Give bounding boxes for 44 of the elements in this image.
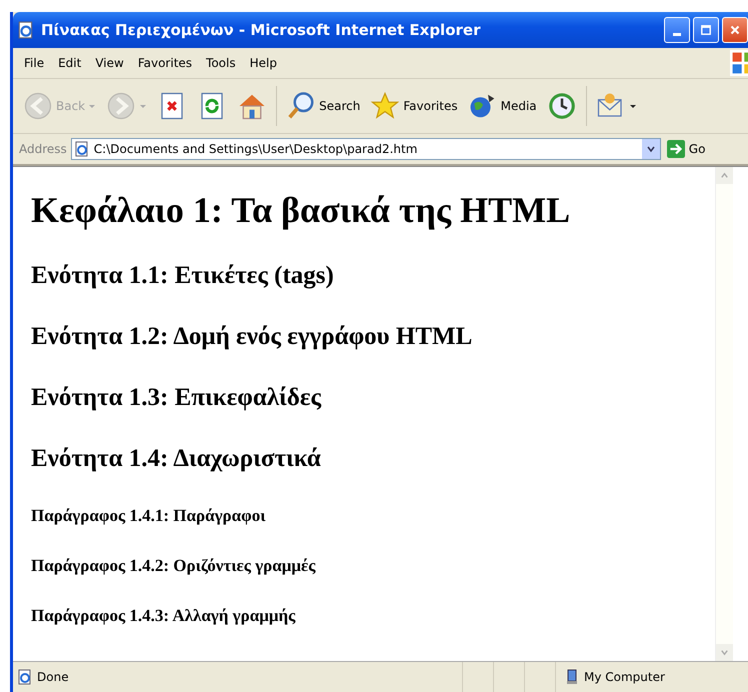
- minimize-button[interactable]: [664, 17, 690, 43]
- caret-icon: [88, 102, 96, 110]
- chevron-up-icon: [720, 171, 729, 180]
- section-heading: Ενότητα 1.1: Ετικέτες (tags): [31, 262, 335, 290]
- page-icon: [17, 669, 33, 685]
- address-field[interactable]: C:\Documents and Settings\User\Desktop\parad2.htm: [70, 138, 661, 160]
- page-icon: [74, 141, 90, 157]
- menu-item[interactable]: Edit: [53, 54, 86, 72]
- chevron-down-icon: [646, 144, 656, 154]
- dropdown-button[interactable]: [642, 139, 660, 159]
- section-heading: Ενότητα 1.3: Επικεφαλίδες: [31, 384, 322, 412]
- close-button[interactable]: [722, 17, 748, 43]
- status-text: Done: [37, 670, 69, 684]
- zone-text: My Computer: [584, 670, 665, 684]
- section-heading: Ενότητα 1.4: Διαχωριστικά: [31, 445, 322, 473]
- search-button[interactable]: Search: [282, 89, 364, 123]
- paragraph-heading: Παράγραφος 1.4.3: Αλλαγή γραμμής: [31, 606, 296, 626]
- chevron-down-icon: [720, 648, 729, 657]
- arrow-icon: [666, 140, 685, 158]
- window-title: Πίνακας Περιεχομένων - Microsoft Internet Explorer: [41, 21, 480, 39]
- chapter-heading: Κεφάλαιο 1: Τα βασικά της HTML: [31, 189, 572, 231]
- maximize-button[interactable]: [693, 17, 719, 43]
- caret-icon: [628, 102, 637, 110]
- search-icon: [286, 91, 316, 121]
- go-button[interactable]: Go: [664, 140, 708, 158]
- paragraph-heading: Παράγραφος 1.4.1: Παράγραφοι: [31, 506, 266, 526]
- menu-item[interactable]: View: [90, 54, 129, 72]
- minimize-icon: [673, 32, 681, 36]
- menu-item[interactable]: File: [19, 54, 50, 72]
- star-icon: [370, 91, 400, 121]
- paragraph-heading: Παράγραφος 1.4.2: Οριζόντιες γραμμές: [31, 556, 316, 576]
- menu-item[interactable]: Favorites: [132, 54, 198, 72]
- section-heading: Ενότητα 1.2: Δομή ενός εγγράφου HTML: [31, 323, 474, 351]
- caret-icon: [139, 102, 148, 110]
- media-button[interactable]: Media: [464, 89, 541, 123]
- menu-item[interactable]: Help: [244, 54, 282, 72]
- page-icon: [17, 21, 35, 39]
- maximize-icon: [699, 23, 713, 37]
- favorites-button[interactable]: Favorites: [366, 89, 462, 123]
- address-label: Address: [19, 142, 67, 156]
- close-icon: [728, 23, 742, 37]
- clock-icon: [546, 91, 577, 121]
- menu-item[interactable]: Tools: [201, 54, 241, 72]
- computer-icon: [564, 669, 580, 685]
